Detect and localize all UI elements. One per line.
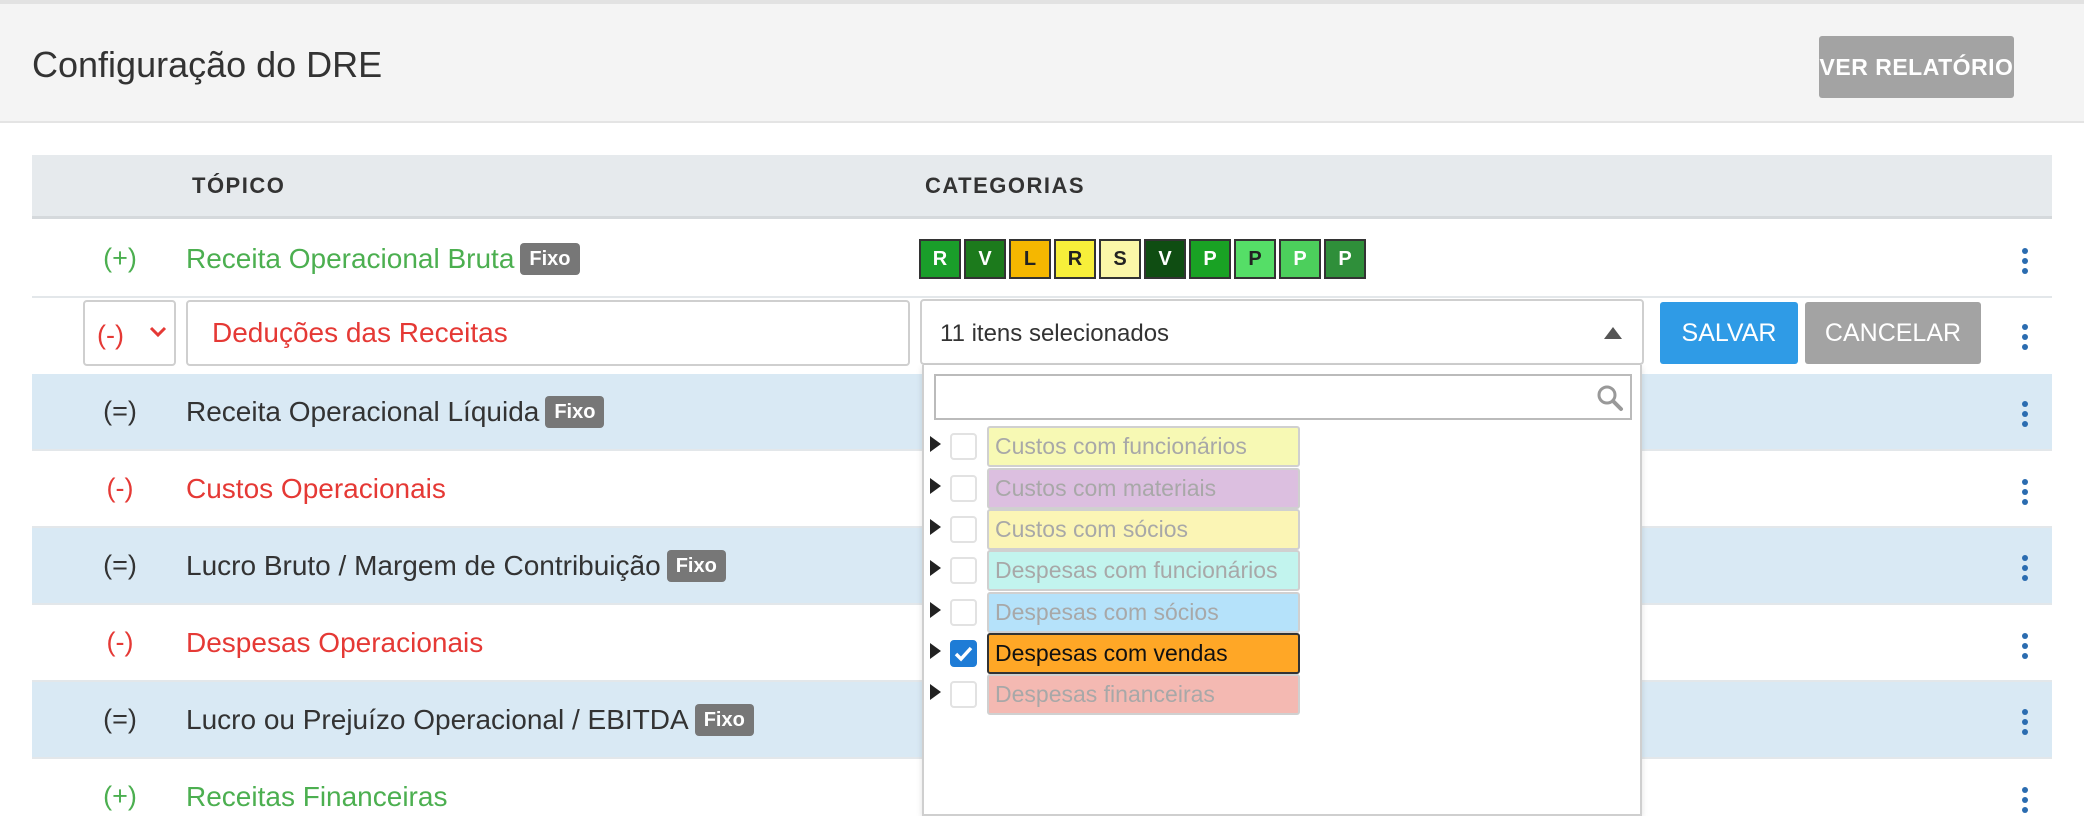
- category-chip: V: [964, 239, 1006, 279]
- category-chip: R: [919, 239, 961, 279]
- row-menu-icon[interactable]: [2021, 555, 2029, 581]
- topic-name-input[interactable]: [186, 300, 910, 366]
- categories-summary: 11 itens selecionados: [940, 320, 1170, 347]
- option-checkbox[interactable]: [950, 640, 977, 667]
- categories-dropdown: Custos com funcionários Custos com materi…: [922, 365, 1642, 816]
- row-topic: Despesas Operacionais: [186, 627, 483, 659]
- category-chip: P: [1189, 239, 1231, 279]
- row-sign: (=): [103, 396, 137, 426]
- option-label: Custos com materiais: [987, 468, 1300, 509]
- categories-multiselect[interactable]: 11 itens selecionados: [920, 299, 1644, 365]
- dropdown-option[interactable]: Despesas financeiras: [924, 674, 1624, 718]
- row-sign: (+): [103, 243, 137, 273]
- caret-up-icon: [1604, 327, 1622, 339]
- expand-arrow-icon[interactable]: [930, 643, 941, 659]
- table-header: TÓPICO CATEGORIAS: [32, 155, 2052, 219]
- option-checkbox[interactable]: [950, 433, 977, 460]
- row-sign: (+): [103, 781, 137, 811]
- dropdown-option[interactable]: Custos com sócios: [924, 509, 1624, 553]
- row-topic: Receita Operacional Bruta Fixo: [186, 243, 580, 275]
- option-label: Despesas com funcionários: [987, 550, 1300, 591]
- chevron-down-icon: [149, 320, 167, 351]
- expand-arrow-icon[interactable]: [930, 602, 941, 618]
- expand-arrow-icon[interactable]: [930, 436, 941, 452]
- category-chip: R: [1054, 239, 1096, 279]
- column-header-categories: CATEGORIAS: [925, 173, 1086, 198]
- row-menu-icon[interactable]: [2021, 248, 2029, 274]
- row-topic-label: Receitas Financeiras: [186, 781, 448, 812]
- row-topic-label: Receita Operacional Bruta: [186, 243, 515, 274]
- category-chip: P: [1234, 239, 1276, 279]
- row-sign: (=): [103, 550, 137, 580]
- row-topic-label: Lucro Bruto / Margem de Contribuição: [186, 550, 661, 581]
- fixed-badge: Fixo: [545, 396, 605, 428]
- category-search-input[interactable]: [934, 374, 1632, 420]
- option-checkbox[interactable]: [950, 557, 977, 584]
- row-topic: Lucro Bruto / Margem de Contribuição Fix…: [186, 550, 726, 582]
- option-label: Custos com sócios: [987, 509, 1300, 550]
- row-sign: (-): [106, 627, 134, 657]
- column-header-topic: TÓPICO: [192, 173, 286, 198]
- category-chip: P: [1279, 239, 1321, 279]
- dropdown-option[interactable]: Custos com materiais: [924, 468, 1624, 512]
- row-topic: Custos Operacionais: [186, 473, 446, 505]
- option-label: Despesas com vendas: [987, 633, 1300, 674]
- fixed-badge: Fixo: [666, 550, 726, 582]
- expand-arrow-icon[interactable]: [930, 478, 941, 494]
- option-label: Despesas financeiras: [987, 674, 1300, 715]
- row-menu-icon[interactable]: [2021, 787, 2029, 813]
- option-checkbox[interactable]: [950, 681, 977, 708]
- dropdown-option[interactable]: Despesas com vendas: [924, 633, 1624, 677]
- search-icon: [1596, 384, 1624, 412]
- row-menu-icon[interactable]: [2021, 324, 2029, 350]
- row-topic-label: Despesas Operacionais: [186, 627, 484, 658]
- row-topic-label: Custos Operacionais: [186, 473, 446, 504]
- row-topic: Receitas Financeiras: [186, 781, 447, 813]
- row-topic: Lucro ou Prejuízo Operacional / EBITDA F…: [186, 704, 754, 736]
- row-menu-icon[interactable]: [2021, 479, 2029, 505]
- sign-select[interactable]: (-): [83, 300, 176, 366]
- row-topic-label: Receita Operacional Líquida: [186, 396, 540, 427]
- checkmark-icon: [954, 646, 973, 662]
- dropdown-option[interactable]: Despesas com funcionários: [924, 550, 1624, 594]
- option-label: Despesas com sócios: [987, 592, 1300, 633]
- page-header: Configuração do DRE VER RELATÓRIO: [0, 0, 2084, 123]
- row-topic-label: Lucro ou Prejuízo Operacional / EBITDA: [186, 704, 689, 735]
- fixed-badge: Fixo: [694, 704, 754, 736]
- row-sign: (=): [103, 704, 137, 734]
- expand-arrow-icon[interactable]: [930, 684, 941, 700]
- view-report-button[interactable]: VER RELATÓRIO: [1819, 36, 2014, 98]
- table-row: (+) Receita Operacional Bruta Fixo RVLRS…: [32, 221, 2052, 298]
- page-title: Configuração do DRE: [32, 44, 383, 85]
- dre-config-page: Configuração do DRE VER RELATÓRIO TÓPICO…: [0, 0, 2084, 816]
- category-chip: S: [1099, 239, 1141, 279]
- save-button[interactable]: SALVAR: [1660, 302, 1798, 364]
- cancel-button[interactable]: CANCELAR: [1805, 302, 1981, 364]
- option-checkbox[interactable]: [950, 475, 977, 502]
- category-chip: L: [1009, 239, 1051, 279]
- sign-select-value: (-): [97, 320, 124, 350]
- expand-arrow-icon[interactable]: [930, 560, 941, 576]
- category-chips: RVLRSVPPPP: [919, 239, 1366, 279]
- row-sign: (-): [106, 473, 134, 503]
- dropdown-option[interactable]: Custos com funcionários: [924, 426, 1624, 470]
- category-chip: V: [1144, 239, 1186, 279]
- category-chip: P: [1324, 239, 1366, 279]
- dropdown-option[interactable]: Despesas com sócios: [924, 592, 1624, 636]
- option-checkbox[interactable]: [950, 516, 977, 543]
- row-menu-icon[interactable]: [2021, 633, 2029, 659]
- row-menu-icon[interactable]: [2021, 709, 2029, 735]
- row-menu-icon[interactable]: [2021, 401, 2029, 427]
- fixed-badge: Fixo: [520, 243, 580, 275]
- expand-arrow-icon[interactable]: [930, 519, 941, 535]
- option-checkbox[interactable]: [950, 599, 977, 626]
- row-topic: Receita Operacional Líquida Fixo: [186, 396, 605, 428]
- option-label: Custos com funcionários: [987, 426, 1300, 467]
